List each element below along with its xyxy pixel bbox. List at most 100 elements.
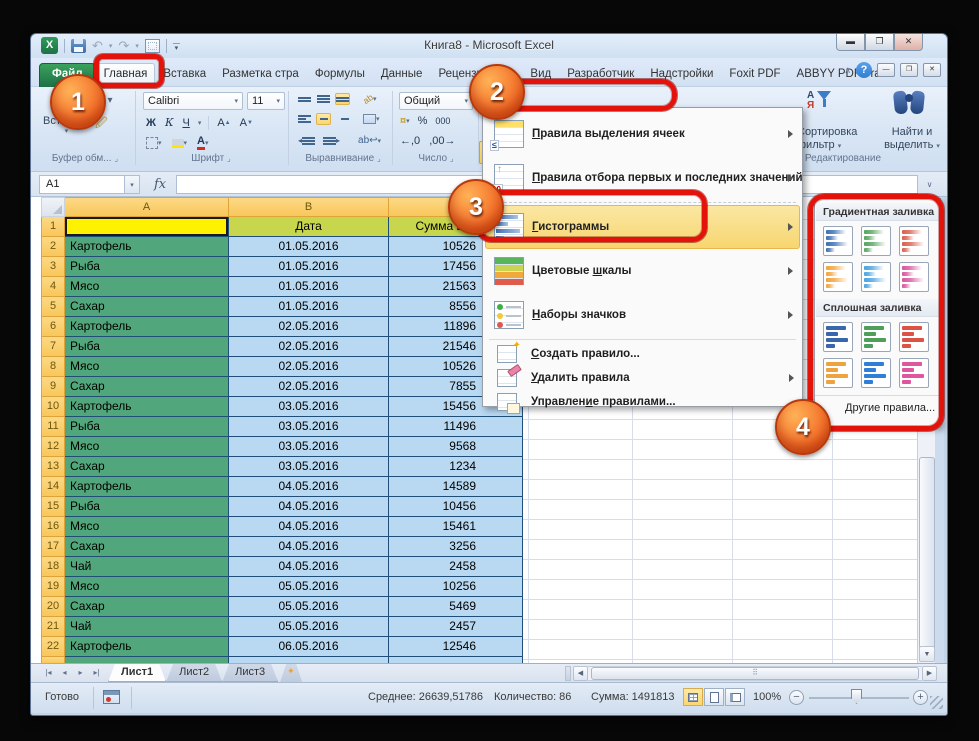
cell-sum[interactable]: 15461 [389,517,523,537]
increase-indent-icon[interactable]: ▸ [322,134,341,147]
fx-icon[interactable]: fx [154,177,166,192]
cell-product[interactable]: Картофель [65,317,229,337]
cell-date[interactable]: 04.05.2016 [229,497,389,517]
cell-sum[interactable]: 10456 [389,497,523,517]
cell-sum[interactable]: 9568 [389,437,523,457]
zoom-out-button[interactable]: − [789,690,804,705]
merge-center-icon[interactable]: ▾ [362,113,381,125]
name-box[interactable]: A1 [39,175,125,194]
normal-view-button[interactable] [683,688,703,706]
column-header-a[interactable]: A [65,197,229,217]
scroll-right-icon[interactable]: ▶ [922,666,937,681]
cell-sum[interactable]: 5469 [389,597,523,617]
row-header[interactable]: 10 [41,397,65,417]
cell-date[interactable]: 04.05.2016 [229,557,389,577]
menu-item-4[interactable]: Цветовые шкалы [485,249,800,293]
tab-splitter-handle[interactable] [565,666,571,681]
cell-product[interactable]: Мясо [65,577,229,597]
tab-Разметка стра[interactable]: Разметка стра [214,63,307,87]
cell-date[interactable]: Дата [229,217,389,237]
row-header[interactable]: 12 [41,437,65,457]
align-top-icon[interactable] [297,93,312,105]
resize-grip[interactable] [930,696,943,709]
cell-date[interactable]: 06.05.2016 [229,637,389,657]
cell-date[interactable]: 03.05.2016 [229,437,389,457]
cell-product[interactable]: Картофель [65,477,229,497]
row-header[interactable]: 17 [41,537,65,557]
row-header[interactable]: 5 [41,297,65,317]
bold-button[interactable]: Ж [145,116,157,130]
cell-product[interactable]: Мясо [65,277,229,297]
horizontal-scroll-thumb[interactable] [591,667,919,680]
cell-date[interactable]: 03.05.2016 [229,397,389,417]
comma-style-icon[interactable]: 000 [434,115,451,127]
cell-product[interactable]: Сахар [65,297,229,317]
row-header[interactable]: 7 [41,337,65,357]
cell-product[interactable] [65,217,229,237]
cell-product[interactable]: Рыба [65,257,229,277]
row-header[interactable]: 14 [41,477,65,497]
align-right-icon[interactable] [335,113,350,125]
cell-product[interactable]: Картофель [65,237,229,257]
italic-button[interactable]: К [164,115,175,130]
select-all-corner[interactable] [41,197,65,217]
row-header[interactable]: 2 [41,237,65,257]
row-header[interactable]: 13 [41,457,65,477]
cell-product[interactable]: Сахар [65,597,229,617]
row-header[interactable]: 20 [41,597,65,617]
cell-date[interactable]: 01.05.2016 [229,277,389,297]
page-break-view-button[interactable] [725,688,745,706]
align-left-icon[interactable] [297,113,312,125]
tab-Формулы[interactable]: Формулы [307,63,373,87]
cell-date[interactable]: 04.05.2016 [229,517,389,537]
shrink-font-button[interactable]: А▼ [239,116,254,130]
font-color-button[interactable]: А▾ [196,135,209,151]
align-bottom-icon[interactable] [335,93,350,105]
next-sheet-icon[interactable]: ▸ [73,666,88,680]
borders-button[interactable]: ▾ [145,136,163,150]
sheet-tab-Лист1[interactable]: Лист1 [108,664,166,682]
fill-color-button[interactable]: ▾ [171,138,189,149]
name-box-dropdown-icon[interactable]: ▾ [125,175,140,194]
minimize-button[interactable]: ▬ [836,34,865,51]
tab-Foxit PDF[interactable]: Foxit PDF [721,63,788,87]
row-header[interactable]: 16 [41,517,65,537]
menu-action-1[interactable]: ✦Создать правило... [485,342,800,366]
zoom-level[interactable]: 100% [753,691,781,703]
cell-product[interactable]: Рыба [65,497,229,517]
row-header[interactable]: 9 [41,377,65,397]
maximize-button[interactable]: ❐ [865,34,894,51]
menu-item-1[interactable]: ≤Правила выделения ячеек [485,112,800,156]
wrap-text-icon[interactable]: ab↩▾ [357,134,382,147]
sort-filter-label[interactable]: Сортировкафильтр ▾ [797,126,857,153]
collapse-ribbon-icon[interactable]: ∧ [844,65,851,76]
underline-dropdown-icon[interactable]: ▾ [198,119,202,127]
decrease-decimal-icon[interactable]: ,00→ [428,134,456,148]
cell-sum[interactable]: 2457 [389,617,523,637]
cell-date[interactable]: 01.05.2016 [229,257,389,277]
sheet-tab-Лист3[interactable]: Лист3 [222,664,278,682]
cell-product[interactable]: Рыба [65,337,229,357]
cell-product[interactable]: Сахар [65,537,229,557]
prev-sheet-icon[interactable]: ◂ [57,666,72,680]
row-header[interactable]: 18 [41,557,65,577]
cell-sum[interactable]: 2458 [389,557,523,577]
sort-filter-button[interactable]: АЯ [807,91,831,111]
decrease-indent-icon[interactable]: ◂ [297,134,316,147]
binoculars-icon[interactable] [891,91,927,117]
horizontal-scrollbar[interactable]: ◀ ▶ [565,666,937,681]
menu-action-2[interactable]: Удалить правила [485,366,800,390]
expand-formula-bar-icon[interactable]: ∨ [922,175,937,194]
align-center-icon[interactable] [316,113,331,125]
scroll-left-icon[interactable]: ◀ [573,666,588,681]
column-header-b[interactable]: B [229,197,389,217]
cell-product[interactable]: Мясо [65,517,229,537]
vertical-scroll-thumb[interactable] [919,457,935,657]
cell-product[interactable]: Картофель [65,637,229,657]
cell-date[interactable]: 02.05.2016 [229,357,389,377]
sheet-tab-Лист2[interactable]: Лист2 [166,664,222,682]
cell-date[interactable]: 04.05.2016 [229,477,389,497]
page-layout-view-button[interactable] [704,688,724,706]
font-name-combo[interactable]: Calibri▾ [143,92,243,110]
cell-product[interactable]: Чай [65,557,229,577]
